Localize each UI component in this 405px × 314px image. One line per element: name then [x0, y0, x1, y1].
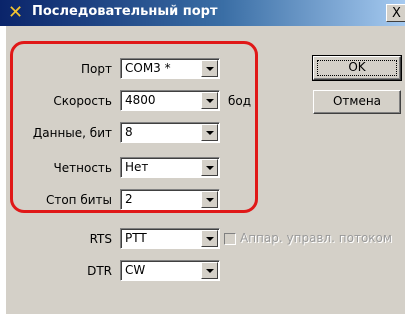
rts-label: RTS — [89, 232, 112, 246]
title-bar: ✕ Последовательный порт X — [0, 0, 405, 26]
window-title: Последовательный порт — [32, 4, 218, 19]
cancel-button[interactable]: Отмена — [313, 90, 401, 114]
dtr-select[interactable]: CW — [120, 260, 220, 281]
close-button[interactable]: X — [386, 4, 405, 22]
chevron-down-icon[interactable] — [201, 230, 218, 247]
dtr-label: DTR — [87, 264, 112, 278]
window-frame-left — [0, 26, 6, 314]
rts-select[interactable]: PTT — [120, 228, 220, 249]
rts-value: PTT — [125, 231, 147, 245]
flow-control-label: Аппар. управл. потоком — [240, 231, 392, 245]
ok-button[interactable]: OK — [312, 55, 402, 81]
dtr-value: CW — [125, 263, 146, 277]
flow-control-checkbox[interactable] — [224, 233, 236, 245]
focus-rect — [317, 60, 397, 76]
highlight-annotation — [10, 41, 258, 213]
butterfly-icon: ✕ — [8, 2, 24, 23]
chevron-down-icon[interactable] — [201, 262, 218, 279]
